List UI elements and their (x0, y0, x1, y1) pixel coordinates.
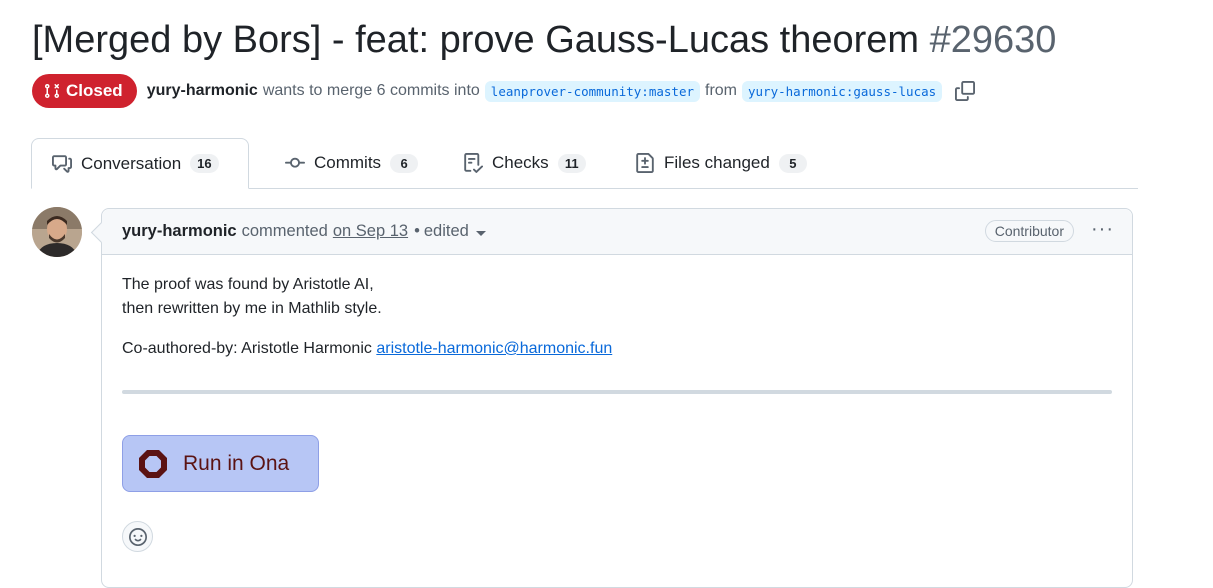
pr-tabs: Conversation 16 Commits 6 Checks 11 File… (31, 138, 1138, 189)
comment-body: The proof was found by Aristotle AI, the… (102, 255, 1132, 394)
separator-dot: • (414, 222, 420, 240)
tab-files-changed-label: Files changed (664, 153, 770, 172)
tab-commits-count: 6 (390, 153, 419, 173)
commits-icon (285, 157, 305, 168)
pr-author-link[interactable]: yury-harmonic (147, 82, 258, 100)
kebab-menu-icon[interactable]: ··· (1091, 219, 1114, 239)
run-in-ona-label: Run in Ona (183, 451, 290, 475)
tab-conversation-label: Conversation (81, 153, 182, 173)
head-branch[interactable]: yury-harmonic:gauss-lucas (742, 80, 943, 102)
merge-text: wants to merge 6 commits into (262, 82, 480, 99)
comment-header: yury-harmonic commented on Sep 13 • edit… (102, 209, 1132, 255)
comment-line-2: then rewritten by me in Mathlib style. (122, 300, 382, 317)
caret-down-icon (475, 230, 486, 236)
tab-conversation-count: 16 (190, 154, 219, 173)
add-reaction-button[interactable] (122, 521, 153, 552)
state-badge: Closed (32, 74, 137, 108)
comment-line-1: The proof was found by Aristotle AI, (122, 276, 374, 293)
tab-conversation[interactable]: Conversation 16 (31, 138, 249, 189)
role-badge: Contributor (984, 220, 1074, 242)
tab-checks[interactable]: Checks 11 (447, 138, 602, 188)
base-branch[interactable]: leanprover-community:master (484, 80, 700, 102)
state-label: Closed (66, 81, 123, 100)
tab-files-changed-count: 5 (778, 153, 807, 173)
pr-closed-icon (44, 83, 60, 99)
avatar[interactable] (32, 207, 82, 257)
tab-files-changed[interactable]: Files changed 5 (619, 138, 823, 188)
comment-author[interactable]: yury-harmonic (122, 222, 237, 241)
pr-title-text: [Merged by Bors] - feat: prove Gauss-Luc… (32, 19, 920, 61)
tab-checks-count: 11 (557, 153, 586, 173)
from-text: from (705, 82, 737, 99)
coauthor-email-link[interactable]: aristotle-harmonic@harmonic.fun (376, 340, 612, 357)
edited-dropdown[interactable]: • edited (414, 222, 486, 241)
avatar-image (32, 207, 82, 257)
edited-label: edited (423, 222, 469, 240)
tab-checks-label: Checks (492, 153, 549, 172)
run-in-ona-button[interactable]: Run in Ona (122, 435, 319, 492)
checks-icon (464, 153, 483, 173)
comment-box: yury-harmonic commented on Sep 13 • edit… (101, 208, 1133, 588)
pr-meta: Closed yury-harmonic wants to merge 6 co… (32, 74, 976, 108)
files-changed-icon (636, 153, 654, 173)
pr-number: #29630 (929, 19, 1057, 61)
copy-icon[interactable] (955, 81, 976, 101)
pr-title: [Merged by Bors] - feat: prove Gauss-Luc… (32, 14, 1056, 66)
coauthor-line: Co-authored-by: Aristotle Harmonic arist… (122, 337, 1112, 361)
divider (122, 390, 1112, 394)
conversation-icon (52, 154, 72, 173)
comment-action: commented (241, 222, 328, 240)
tab-commits-label: Commits (314, 153, 382, 172)
coauthor-prefix: Co-authored-by: Aristotle Harmonic (122, 340, 372, 357)
tab-commits[interactable]: Commits 6 (269, 138, 434, 188)
smiley-icon (128, 527, 147, 546)
ona-logo-icon (139, 449, 167, 478)
merge-description: yury-harmonic wants to merge 6 commits i… (147, 80, 976, 102)
comment-date[interactable]: on Sep 13 (333, 222, 408, 241)
